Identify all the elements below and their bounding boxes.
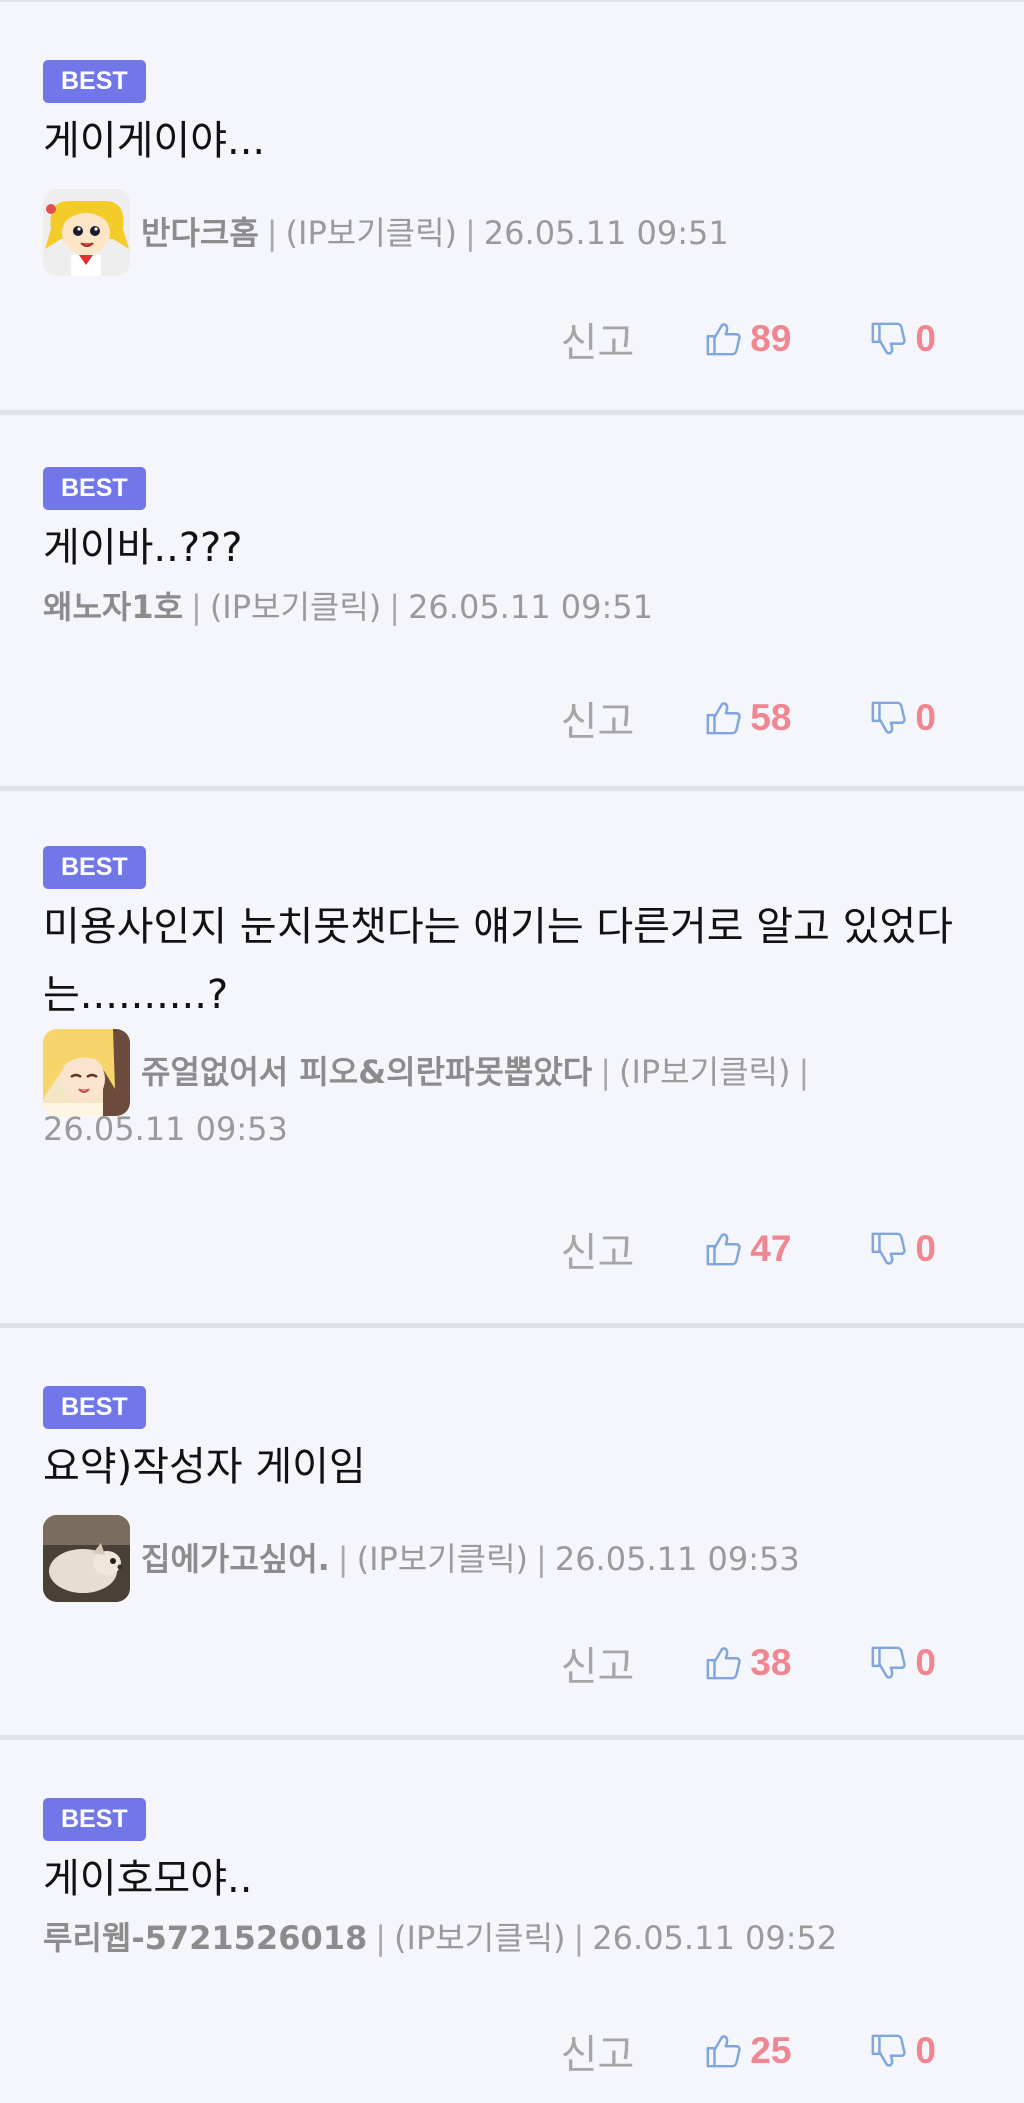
author-name[interactable]: 쥬얼없어서 피오&의란파못뽑았다 [141,1051,592,1093]
separator: | [465,213,476,252]
thumbs-down-icon [869,699,907,737]
dislike-button[interactable]: 0 [869,318,936,360]
comment-text: 요약)작성자 게이임 [43,1444,366,1490]
report-button[interactable]: 신고 [561,310,635,368]
comment-meta: 반다크홈 | (IP보기클릭) | 26.05.11 09:51 [43,189,981,276]
thumbs-down-icon [869,2032,907,2070]
best-badge: BEST [43,1386,146,1429]
like-count: 89 [750,318,792,359]
comment-datetime: 26.05.11 09:53 [554,1539,800,1578]
separator: | [389,588,401,626]
comment-text: 미용사인지 눈치못챗다는 얘기는 다른거로 알고 있었다는..........? [43,904,953,1018]
thumbs-up-icon [704,320,742,358]
avatar-anime-icon [43,1029,130,1116]
comment-actions: 신고 47 0 [561,1220,936,1278]
comment-meta: 쥬얼없어서 피오&의란파못뽑았다 | (IP보기클릭) | 26.05.11 0… [43,1029,981,1150]
comment-meta: 집에가고싶어. | (IP보기클릭) | 26.05.11 09:53 [43,1515,981,1602]
best-badge: BEST [43,60,146,103]
ip-view-link[interactable]: (IP보기클릭) [357,1538,528,1580]
comment-datetime: 26.05.11 09:51 [408,588,653,626]
thumbs-up-icon [704,2032,742,2070]
avatar[interactable] [43,1515,130,1602]
comment-actions: 신고 25 0 [561,2022,936,2080]
report-button[interactable]: 신고 [561,689,635,747]
dislike-count: 0 [915,1642,936,1683]
author-name[interactable]: 집에가고싶어. [141,1538,330,1580]
like-button[interactable]: 38 [704,1642,791,1684]
comment-item: BEST 미용사인지 눈치못챗다는 얘기는 다른거로 알고 있었다는......… [0,791,1024,1328]
comment-text: 게이게이야... [43,118,266,164]
separator: | [536,1539,547,1578]
comment-item: BEST 게이바..??? 왜노자1호 | (IP보기클릭) | 26.05.1… [0,415,1024,791]
avatar[interactable] [43,189,130,276]
comment-item: BEST 게이게이야... 반다크홈 | (IP보기클릭) | 26.05.11… [0,2,1024,415]
comment-text: 게이호모야.. [43,1856,253,1902]
ip-view-link[interactable]: (IP보기클릭) [394,1917,565,1959]
like-button[interactable]: 47 [704,1228,791,1270]
like-count: 58 [750,697,792,738]
ip-view-link[interactable]: (IP보기클릭) [619,1051,790,1093]
avatar-dog-icon [43,1515,130,1602]
like-button[interactable]: 25 [704,2030,791,2072]
dislike-count: 0 [915,2030,936,2071]
dislike-button[interactable]: 0 [869,2030,936,2072]
dislike-count: 0 [915,697,936,738]
report-button[interactable]: 신고 [561,1220,635,1278]
comment-actions: 신고 38 0 [561,1634,936,1692]
report-button[interactable]: 신고 [561,1634,635,1692]
separator: | [375,1919,387,1957]
separator: | [337,1539,349,1578]
separator: | [266,213,278,252]
thumbs-down-icon [869,320,907,358]
author-name[interactable]: 왜노자1호 [43,586,183,628]
like-count: 38 [750,1642,792,1683]
best-comment-list: BEST 게이게이야... 반다크홈 | (IP보기클릭) | 26.05.11… [0,0,1024,2100]
best-badge: BEST [43,467,146,510]
best-badge: BEST [43,1798,146,1841]
comment-text: 게이바..??? [43,525,243,571]
author-name[interactable]: 반다크홈 [141,212,259,254]
comment-meta: 루리웹-5721526018 | (IP보기클릭) | 26.05.11 09:… [43,1917,981,1959]
dislike-button[interactable]: 0 [869,1228,936,1270]
thumbs-up-icon [704,699,742,737]
report-button[interactable]: 신고 [561,2022,635,2080]
separator: | [573,1919,585,1957]
thumbs-up-icon [704,1644,742,1682]
dislike-count: 0 [915,318,936,359]
separator: | [191,588,202,626]
comment-actions: 신고 58 0 [561,689,936,747]
ip-view-link[interactable]: (IP보기클릭) [286,212,457,254]
comment-meta: 왜노자1호 | (IP보기클릭) | 26.05.11 09:51 [43,586,981,628]
avatar[interactable] [43,1029,130,1116]
like-count: 25 [750,2030,792,2071]
like-button[interactable]: 89 [704,318,791,360]
thumbs-down-icon [869,1230,907,1268]
comment-datetime: 26.05.11 09:52 [592,1919,838,1957]
comment-item: BEST 게이호모야.. 루리웹-5721526018 | (IP보기클릭) |… [0,1740,1024,2100]
dislike-button[interactable]: 0 [869,697,936,739]
ip-view-link[interactable]: (IP보기클릭) [210,586,381,628]
author-name[interactable]: 루리웹-5721526018 [43,1917,367,1959]
comment-datetime: 26.05.11 09:51 [483,213,729,252]
thumbs-up-icon [704,1230,742,1268]
thumbs-down-icon [869,1644,907,1682]
comment-item: BEST 요약)작성자 게이임 집에가고싶어. | (IP보기클릭) | 26.… [0,1328,1024,1740]
like-button[interactable]: 58 [704,697,791,739]
avatar-cartoon-icon [43,189,130,276]
separator: | [798,1053,810,1091]
separator: | [600,1053,611,1091]
like-count: 47 [750,1228,792,1269]
comment-actions: 신고 89 0 [561,310,936,368]
dislike-count: 0 [915,1228,936,1269]
best-badge: BEST [43,846,146,889]
dislike-button[interactable]: 0 [869,1642,936,1684]
